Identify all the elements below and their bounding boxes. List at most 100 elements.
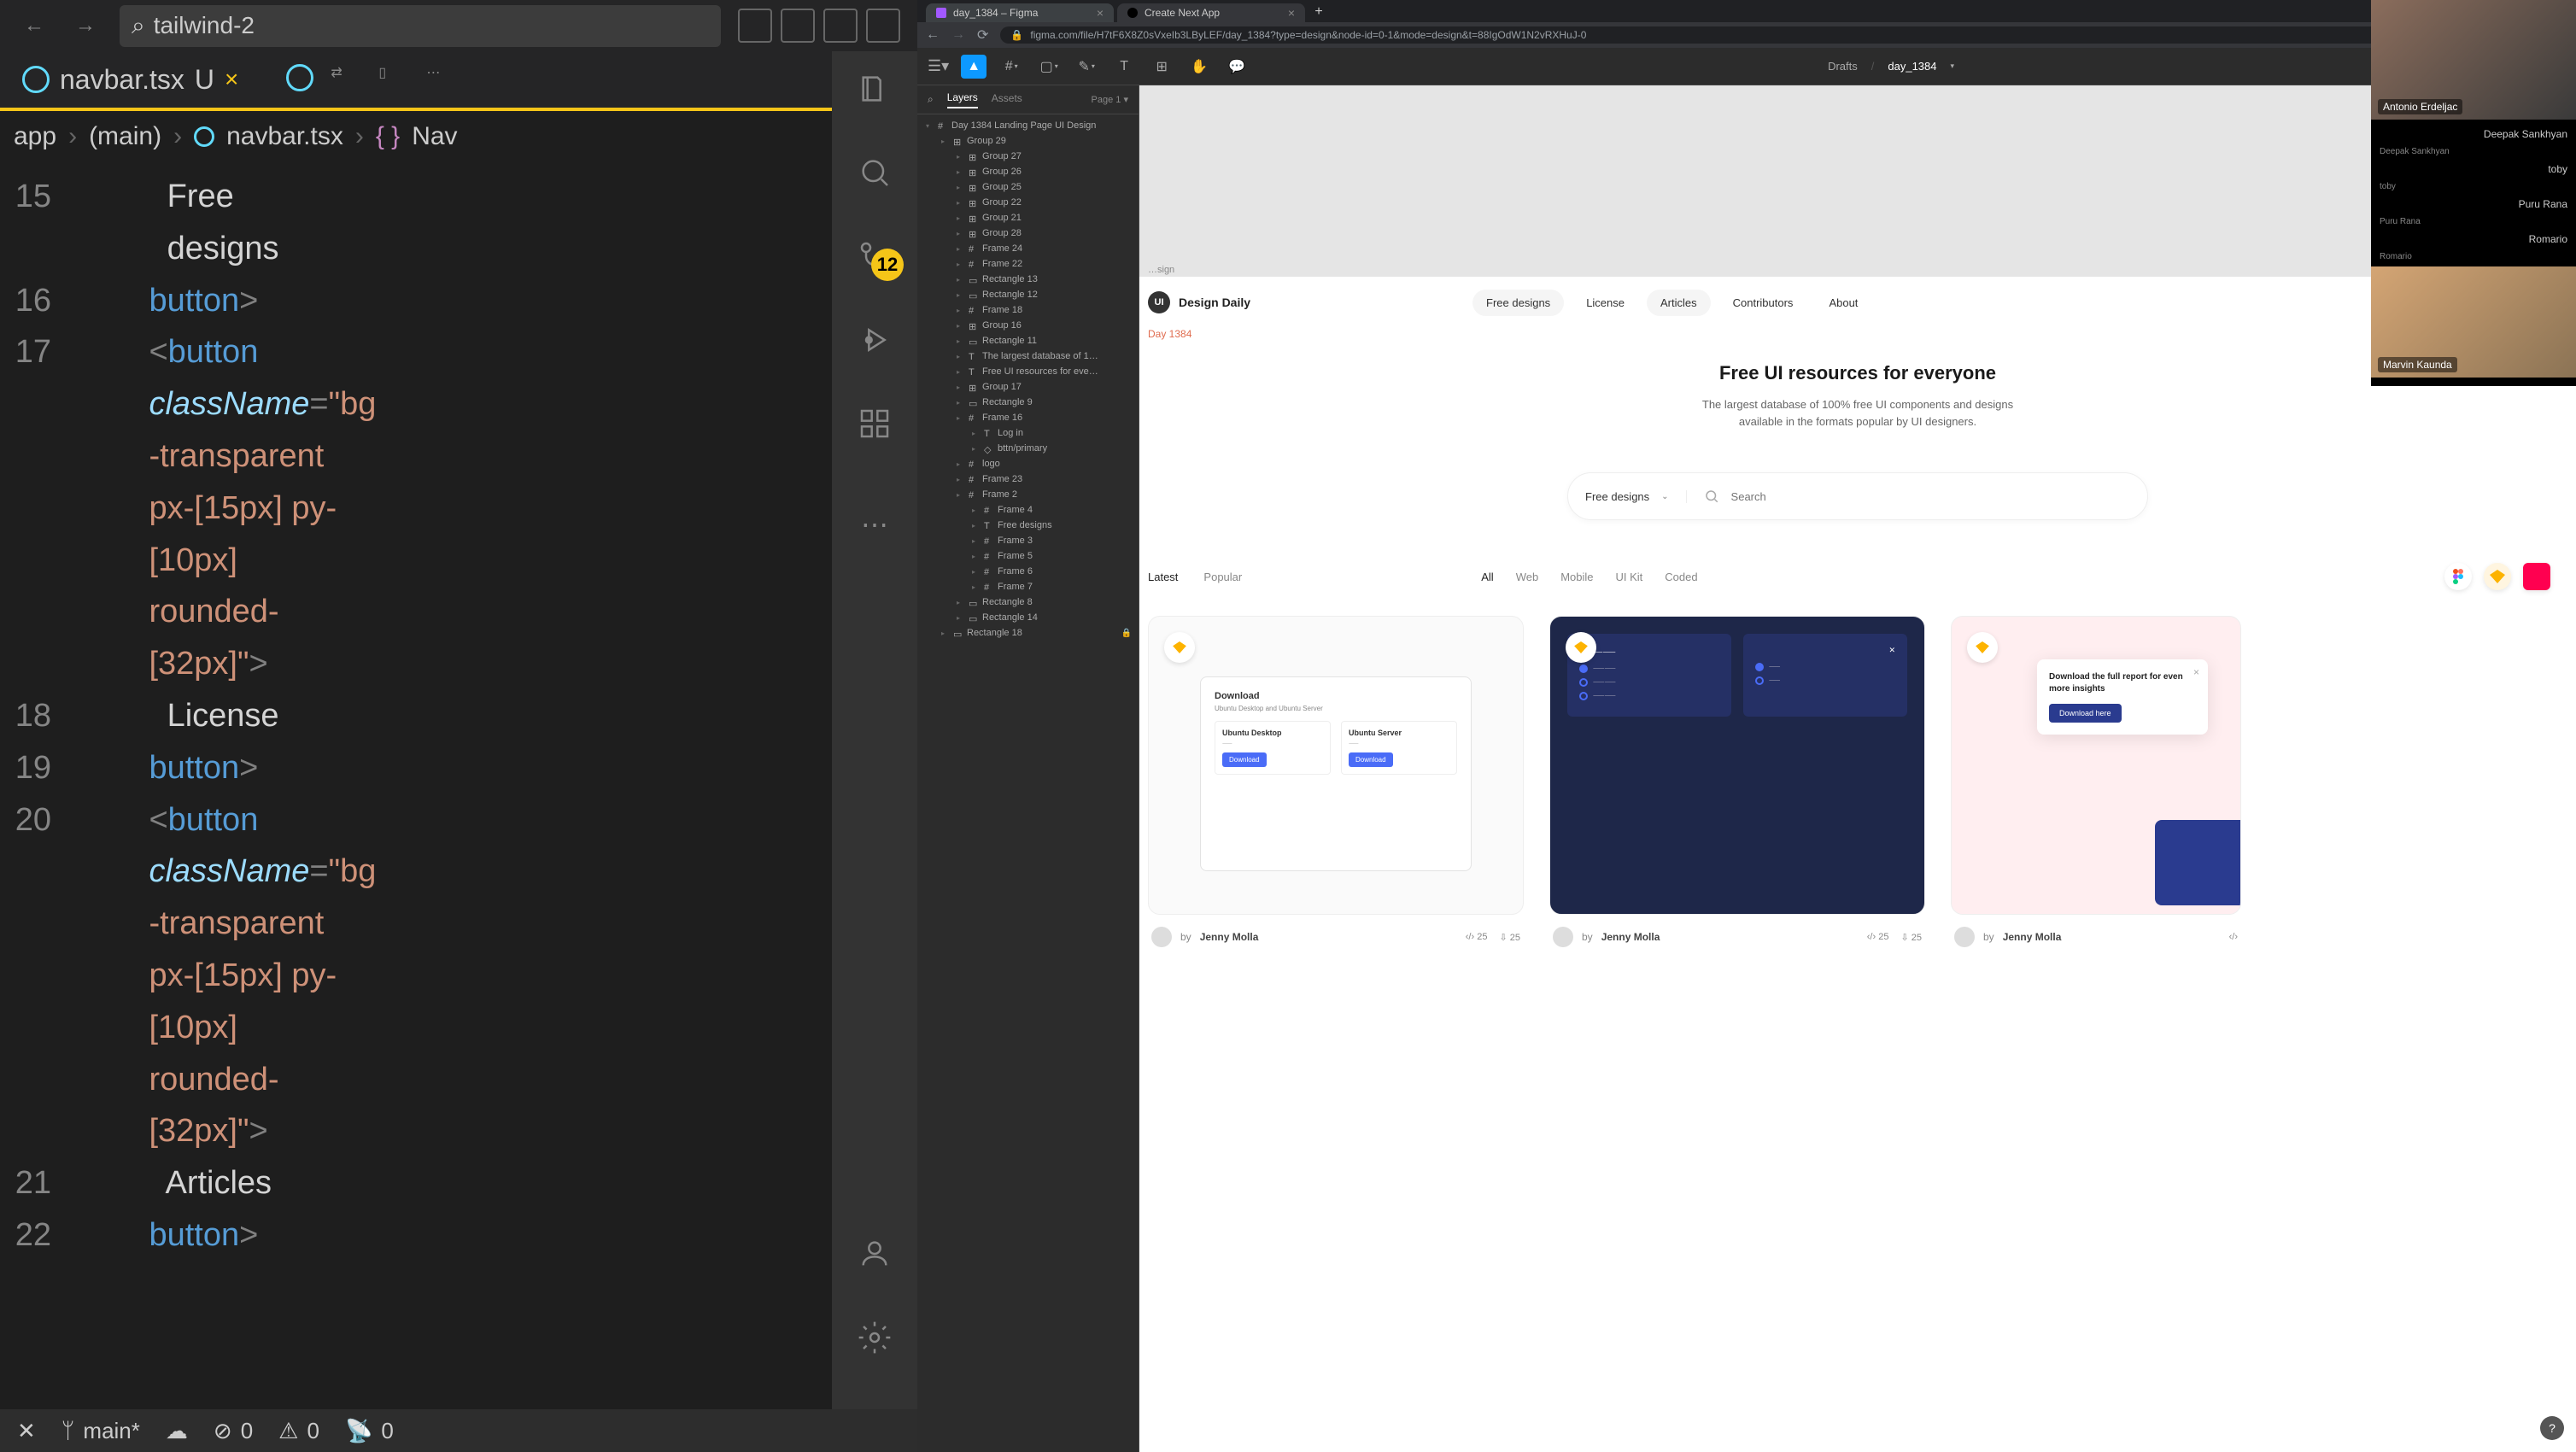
browser-tab[interactable]: Create Next App ×: [1117, 3, 1305, 22]
ports[interactable]: 📡 0: [345, 1418, 394, 1444]
layer-item[interactable]: ▸#Frame 3: [917, 533, 1139, 548]
layer-item[interactable]: ▸▭Rectangle 18🔒: [917, 625, 1139, 641]
layer-item[interactable]: ▸#Frame 24: [917, 241, 1139, 256]
remote-icon[interactable]: ✕: [17, 1418, 36, 1444]
layer-item[interactable]: ▸▭Rectangle 9: [917, 395, 1139, 410]
reload-icon[interactable]: ⟳: [977, 26, 988, 44]
editor-tab[interactable]: navbar.tsx U ×: [12, 59, 249, 101]
help-button[interactable]: ?: [2540, 1416, 2564, 1440]
hand-tool[interactable]: ✋: [1186, 55, 1212, 79]
split-icon[interactable]: ▯: [378, 64, 409, 95]
breadcrumb-folder[interactable]: app: [14, 122, 56, 151]
code-editor[interactable]: 15 Free designs16 button>17 <button clas…: [0, 162, 832, 1409]
extensions-icon[interactable]: [854, 403, 895, 444]
layer-item[interactable]: ▸▭Rectangle 8: [917, 594, 1139, 610]
layer-item[interactable]: ▸⊞Group 25: [917, 179, 1139, 195]
close-icon: ×: [2193, 666, 2199, 678]
sync-icon[interactable]: ☁: [166, 1418, 188, 1444]
search-icon[interactable]: ⌕: [928, 93, 934, 106]
layer-item[interactable]: ▸▭Rectangle 13: [917, 272, 1139, 287]
url-field[interactable]: 🔒 figma.com/file/H7tF6X8Z0sVxeIb3LByLEF/…: [1000, 26, 2497, 44]
layer-item[interactable]: ▸#logo: [917, 456, 1139, 471]
figma-canvas[interactable]: …sign UI Design Daily Free designs Licen…: [1139, 85, 2576, 1452]
account-icon[interactable]: [854, 1233, 895, 1274]
layer-item[interactable]: ▸#Frame 18: [917, 302, 1139, 318]
more-icon[interactable]: ⋯: [426, 64, 457, 95]
pen-tool[interactable]: ✎: [1074, 55, 1099, 79]
participant-row[interactable]: Romario: [2371, 228, 2576, 250]
layer-item[interactable]: ▸⊞Group 28: [917, 225, 1139, 241]
settings-icon[interactable]: [854, 1317, 895, 1358]
breadcrumb-file[interactable]: navbar.tsx: [226, 122, 343, 151]
tab-close-icon[interactable]: ×: [1288, 6, 1295, 20]
layer-item[interactable]: ▸▭Rectangle 14: [917, 610, 1139, 625]
layout-sidebar-right-icon[interactable]: [823, 9, 858, 43]
layer-item[interactable]: ▸⊞Group 16: [917, 318, 1139, 333]
layer-item[interactable]: ▸#Frame 2: [917, 487, 1139, 502]
layout-buttons: [738, 9, 900, 43]
comment-tool[interactable]: 💬: [1224, 55, 1250, 79]
layer-item[interactable]: ▸#Frame 4: [917, 502, 1139, 518]
participant-row[interactable]: Puru Rana: [2371, 193, 2576, 215]
layer-item[interactable]: ▸⊞Group 22: [917, 195, 1139, 210]
frame-tool[interactable]: #: [998, 55, 1024, 79]
tab-close-icon[interactable]: ×: [1097, 6, 1104, 20]
explorer-icon[interactable]: [854, 68, 895, 109]
layout-sidebar-left-icon[interactable]: [738, 9, 772, 43]
layer-item[interactable]: ▾ # Day 1384 Landing Page UI Design: [917, 118, 1139, 133]
errors[interactable]: ⊘ 0: [214, 1418, 253, 1444]
figma-menu-icon[interactable]: ☰▾: [928, 57, 949, 75]
layer-item[interactable]: ▸#Frame 16: [917, 410, 1139, 425]
layer-item[interactable]: ▸TFree designs: [917, 518, 1139, 533]
shape-tool[interactable]: ▢: [1036, 55, 1062, 79]
compare-icon[interactable]: ⇄: [331, 64, 361, 95]
layer-item[interactable]: ▸▭Rectangle 12: [917, 287, 1139, 302]
layer-item[interactable]: ▸⊞Group 21: [917, 210, 1139, 225]
nav-back-icon[interactable]: ←: [17, 9, 51, 43]
participant-row[interactable]: Deepak Sankhyan: [2371, 123, 2576, 145]
layer-item[interactable]: ▸⊞Group 27: [917, 149, 1139, 164]
layer-item[interactable]: ▸#Frame 22: [917, 256, 1139, 272]
layer-item[interactable]: ▸◇bttn/primary: [917, 441, 1139, 456]
more-dots-icon[interactable]: ⋯: [854, 504, 895, 545]
page-selector[interactable]: Page 1 ▾: [1092, 94, 1128, 105]
layer-item[interactable]: ▸TThe largest database of 1…: [917, 348, 1139, 364]
layer-item[interactable]: ▸#Frame 7: [917, 579, 1139, 594]
layer-item[interactable]: ▸#Frame 23: [917, 471, 1139, 487]
layout-panel-bottom-icon[interactable]: [781, 9, 815, 43]
browser-tab[interactable]: day_1384 – Figma ×: [926, 3, 1114, 22]
breadcrumb-symbol[interactable]: Nav: [412, 122, 457, 151]
layer-item[interactable]: ▸#Frame 5: [917, 548, 1139, 564]
participant-video[interactable]: Antonio Erdeljac: [2371, 0, 2576, 120]
forward-icon[interactable]: →: [951, 27, 965, 43]
layer-item[interactable]: ▸▭Rectangle 11: [917, 333, 1139, 348]
nav-forward-icon[interactable]: →: [68, 9, 102, 43]
layer-item[interactable]: ▸⊞Group 29: [917, 133, 1139, 149]
move-tool[interactable]: ▲: [961, 55, 986, 79]
layer-item[interactable]: ▸TFree UI resources for eve…: [917, 364, 1139, 379]
filter-cat: UI Kit: [1615, 571, 1642, 583]
participant-video[interactable]: Marvin Kaunda: [2371, 266, 2576, 378]
debug-icon[interactable]: [854, 319, 895, 360]
layer-item[interactable]: ▸⊞Group 26: [917, 164, 1139, 179]
source-control-icon[interactable]: 12: [854, 236, 895, 277]
command-search[interactable]: ⌕ tailwind-2: [120, 5, 721, 47]
assets-tab[interactable]: Assets: [992, 92, 1022, 108]
layers-tab[interactable]: Layers: [947, 91, 978, 108]
layer-item[interactable]: ▸⊞Group 17: [917, 379, 1139, 395]
back-icon[interactable]: ←: [926, 27, 940, 43]
git-branch[interactable]: ᛘ main*: [61, 1418, 140, 1444]
warnings[interactable]: ⚠ 0: [278, 1418, 319, 1444]
file-location[interactable]: Drafts / day_1384 ▾: [1262, 60, 2520, 73]
design-card: × Download the full report for even more…: [1951, 616, 2241, 959]
new-tab-button[interactable]: +: [1308, 2, 1329, 22]
participant-row[interactable]: toby: [2371, 158, 2576, 180]
text-tool[interactable]: T: [1111, 55, 1137, 79]
breadcrumb-group[interactable]: (main): [89, 122, 161, 151]
layout-grid-icon[interactable]: [866, 9, 900, 43]
search-icon[interactable]: [854, 152, 895, 193]
tab-close-icon[interactable]: ×: [225, 66, 238, 93]
resources-tool[interactable]: ⊞: [1149, 55, 1174, 79]
layer-item[interactable]: ▸TLog in: [917, 425, 1139, 441]
layer-item[interactable]: ▸#Frame 6: [917, 564, 1139, 579]
